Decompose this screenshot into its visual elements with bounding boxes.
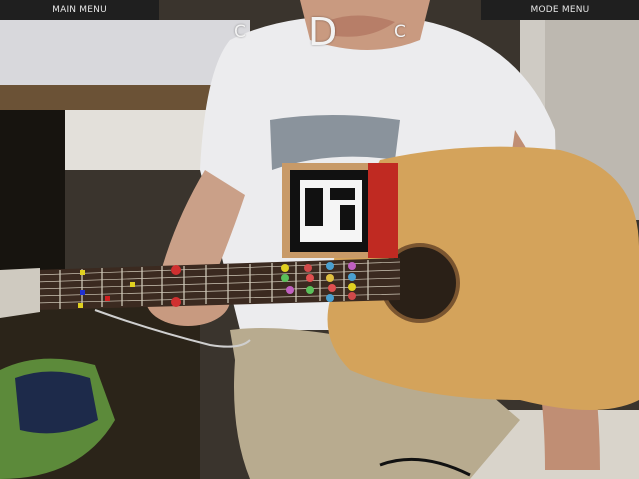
- webcam-feed: [0, 0, 639, 479]
- main-menu-button[interactable]: MAIN MENU: [0, 0, 159, 20]
- next-chord-label: C: [394, 22, 406, 42]
- current-chord-label: D: [308, 10, 338, 54]
- previous-chord-label: C: [234, 22, 246, 42]
- mode-menu-button[interactable]: MODE MENU: [481, 0, 639, 20]
- camera-view: MAIN MENU MODE MENU C D C: [0, 0, 639, 479]
